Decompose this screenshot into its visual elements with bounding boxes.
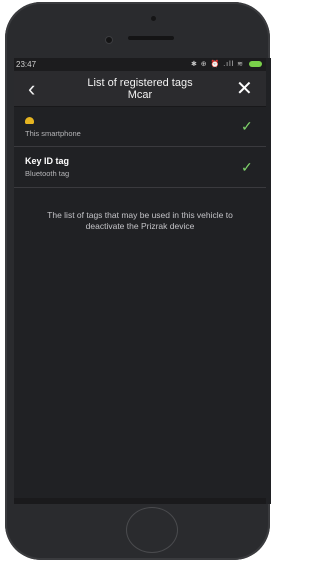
tag-name: Key ID tag [25,156,70,166]
app-content: 23:47 ✱ ⊕ ⏰ .ıll ≋ ‹ List of registered … [14,58,266,504]
chevron-left-icon: ‹ [28,76,36,101]
status-icons: ✱ ⊕ ⏰ .ıll ≋ [191,60,262,68]
page-title-line1: List of registered tags [87,77,193,89]
info-text: The list of tags that may be used in thi… [47,210,233,231]
tag-row-key-id[interactable]: Key ID tag Bluetooth tag ✓ [14,148,266,188]
check-icon: ✓ [241,159,253,175]
page-title-line2: Mcar [127,89,153,101]
page-title: List of registered tags Mcar [64,77,216,101]
smartphone-icon [25,117,34,124]
front-camera [105,36,113,44]
tag-subtitle: This smartphone [25,129,81,138]
status-time: 23:47 [16,60,37,69]
home-button[interactable] [126,507,178,553]
tag-subtitle: Bluetooth tag [25,169,70,178]
status-icons-text: ✱ ⊕ ⏰ .ıll ≋ [190,61,245,68]
sensor-dot [151,16,156,21]
close-button[interactable]: ✕ [236,79,253,99]
title-bar: ‹ List of registered tags Mcar ✕ [14,71,266,107]
battery-icon [249,61,262,68]
earpiece-speaker [128,36,174,40]
bottom-strip [14,498,266,504]
app-screen: 23:47 ✱ ⊕ ⏰ .ıll ≋ ‹ List of registered … [14,58,271,504]
tag-row-smartphone[interactable]: This smartphone ✓ [14,107,266,147]
close-icon: ✕ [236,78,253,100]
check-icon: ✓ [241,118,253,134]
status-bar: 23:47 ✱ ⊕ ⏰ .ıll ≋ [14,58,266,71]
back-button[interactable]: ‹ [28,78,35,100]
